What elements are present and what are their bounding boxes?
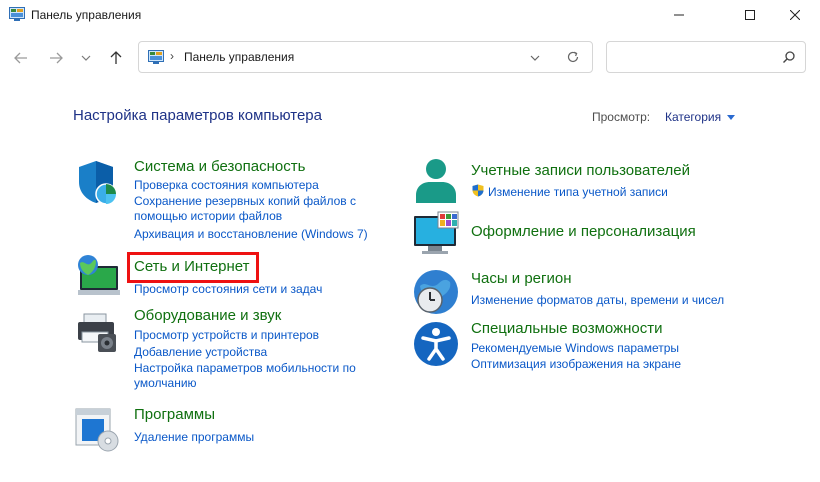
- address-dropdown-button[interactable]: [529, 51, 541, 63]
- accessibility-icon[interactable]: [412, 320, 460, 368]
- window-title: Панель управления: [31, 8, 142, 22]
- link-check-computer-status[interactable]: Проверка состояния компьютера: [134, 178, 319, 193]
- recent-locations-button[interactable]: [76, 48, 96, 68]
- category-programs[interactable]: Программы: [134, 406, 215, 423]
- maximize-icon: [745, 10, 755, 20]
- network-icon[interactable]: [74, 252, 122, 300]
- minimize-icon: [674, 14, 684, 16]
- search-box[interactable]: [606, 41, 806, 73]
- close-icon: [790, 10, 800, 20]
- highlight-box: [127, 252, 259, 283]
- arrow-up-icon: [110, 51, 122, 64]
- close-button[interactable]: [772, 0, 818, 30]
- category-hardware-sound[interactable]: Оборудование и звук: [134, 307, 281, 324]
- clock-icon[interactable]: [412, 268, 460, 316]
- view-by-dropdown[interactable]: Категория: [665, 110, 736, 124]
- up-button[interactable]: [106, 48, 126, 68]
- link-devices-printers[interactable]: Просмотр устройств и принтеров: [134, 328, 319, 343]
- view-by-value: Категория: [665, 110, 722, 124]
- maximize-button[interactable]: [727, 0, 773, 30]
- title-bar: Панель управления: [0, 0, 820, 30]
- control-panel-icon: [148, 50, 164, 64]
- arrow-left-icon: [14, 52, 27, 64]
- category-appearance-personalization[interactable]: Оформление и персонализация: [471, 223, 696, 240]
- chevron-down-icon: [530, 55, 540, 61]
- link-uninstall-program[interactable]: Удаление программы: [134, 430, 254, 445]
- category-clock-region[interactable]: Часы и регион: [471, 270, 572, 287]
- control-panel-icon: [9, 7, 25, 21]
- link-view-network-status[interactable]: Просмотр состояния сети и задач: [134, 282, 322, 297]
- search-input[interactable]: [615, 48, 775, 66]
- breadcrumb-separator: ›: [170, 49, 174, 63]
- programs-icon[interactable]: [74, 405, 122, 453]
- search-icon[interactable]: [782, 50, 796, 64]
- link-file-history-backup-line2[interactable]: помощью истории файлов: [134, 209, 282, 224]
- address-bar[interactable]: › Панель управления: [138, 41, 593, 73]
- page-title: Настройка параметров компьютера: [73, 107, 322, 124]
- forward-button[interactable]: [46, 48, 66, 68]
- breadcrumb-control-panel[interactable]: Панель управления: [184, 50, 294, 64]
- link-recommended-windows-settings[interactable]: Рекомендуемые Windows параметры: [471, 341, 679, 356]
- link-change-account-type[interactable]: Изменение типа учетной записи: [488, 185, 668, 200]
- refresh-button[interactable]: [566, 50, 580, 64]
- minimize-button[interactable]: [656, 0, 702, 30]
- link-mobility-settings-line2[interactable]: умолчанию: [134, 376, 197, 391]
- dropdown-arrow-icon: [727, 115, 736, 120]
- back-button[interactable]: [11, 48, 31, 68]
- view-by-label: Просмотр:: [592, 110, 651, 124]
- category-user-accounts[interactable]: Учетные записи пользователей: [471, 162, 690, 179]
- link-mobility-settings[interactable]: Настройка параметров мобильности по: [134, 361, 356, 376]
- uac-shield-icon: [472, 184, 484, 197]
- appearance-icon[interactable]: [412, 210, 460, 258]
- link-add-device[interactable]: Добавление устройства: [134, 345, 267, 360]
- refresh-icon: [567, 51, 579, 63]
- category-system-security[interactable]: Система и безопасность: [134, 158, 305, 175]
- shield-icon[interactable]: [74, 158, 122, 206]
- arrow-right-icon: [50, 52, 63, 64]
- chevron-down-icon: [81, 55, 91, 61]
- link-backup-restore-win7[interactable]: Архивация и восстановление (Windows 7): [134, 227, 368, 242]
- user-accounts-icon[interactable]: [412, 157, 460, 205]
- printer-icon[interactable]: [74, 308, 122, 356]
- category-ease-of-access[interactable]: Специальные возможности: [471, 320, 663, 337]
- link-change-date-time-formats[interactable]: Изменение форматов даты, времени и чисел: [471, 293, 724, 308]
- link-optimize-visual-display[interactable]: Оптимизация изображения на экране: [471, 357, 681, 372]
- link-file-history-backup[interactable]: Сохранение резервных копий файлов с: [134, 194, 356, 209]
